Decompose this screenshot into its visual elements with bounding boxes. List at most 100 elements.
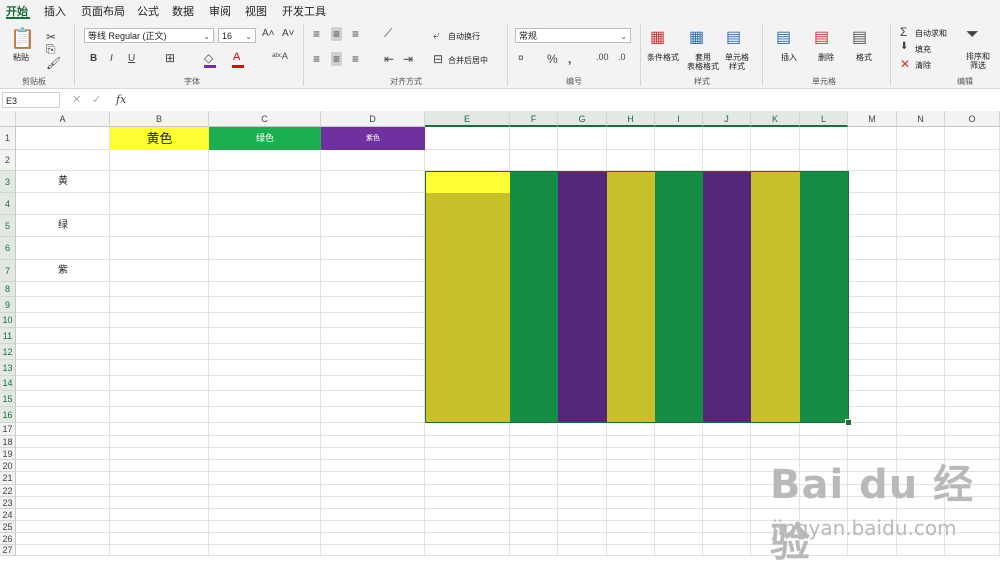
paste-button[interactable]: 粘贴 — [13, 53, 29, 62]
format-cells-button[interactable]: 格式 — [856, 53, 872, 62]
insert-function-button[interactable]: fx — [116, 93, 126, 106]
row-header-8[interactable]: 8 — [0, 282, 16, 297]
row-header-3[interactable]: 3 — [0, 171, 16, 193]
align-right-icon[interactable]: ≡ — [352, 52, 359, 66]
column-header-L[interactable]: L — [800, 111, 848, 127]
column-header-O[interactable]: O — [945, 111, 1000, 127]
name-box[interactable]: E3 — [2, 92, 60, 108]
tab-data[interactable]: 数据 — [172, 3, 194, 19]
row-header-16[interactable]: 16 — [0, 407, 16, 423]
cell-styles-icon[interactable]: ▤ — [726, 27, 741, 47]
decrease-indent-icon[interactable]: ⇤ — [384, 52, 394, 66]
row-header-9[interactable]: 9 — [0, 297, 16, 313]
align-left-icon[interactable]: ≡ — [313, 52, 320, 66]
sort-filter-button[interactable]: 排序和 筛选 — [966, 52, 990, 70]
format-painter-icon[interactable]: 🖌 — [46, 56, 61, 70]
tab-view[interactable]: 视图 — [245, 3, 267, 19]
paste-icon[interactable]: 📋 — [10, 26, 35, 51]
column-header-K[interactable]: K — [751, 111, 800, 127]
merge-center-icon[interactable]: ⊟ — [433, 52, 443, 66]
column-header-J[interactable]: J — [703, 111, 751, 127]
sort-filter-icon[interactable]: ⏷ — [966, 26, 979, 44]
tab-insert[interactable]: 插入 — [44, 3, 66, 19]
column-header-G[interactable]: G — [558, 111, 607, 127]
tab-developer[interactable]: 开发工具 — [282, 3, 326, 19]
row-header-5[interactable]: 5 — [0, 215, 16, 237]
column-header-F[interactable]: F — [510, 111, 558, 127]
borders-icon[interactable]: ⊞ — [165, 51, 175, 65]
row-header-24[interactable]: 24 — [0, 509, 16, 521]
row-header-12[interactable]: 12 — [0, 344, 16, 360]
row-header-11[interactable]: 11 — [0, 328, 16, 344]
phonetic-icon[interactable]: ᵃᵇᶜA — [272, 51, 288, 61]
wrap-text-button[interactable]: 自动换行 — [448, 32, 480, 41]
fill-handle[interactable] — [845, 419, 852, 426]
row-header-22[interactable]: 22 — [0, 485, 16, 497]
tab-review[interactable]: 审阅 — [209, 3, 231, 19]
insert-cells-button[interactable]: 插入 — [781, 53, 797, 62]
align-center-icon[interactable]: ≡ — [331, 52, 343, 66]
select-all-corner[interactable] — [0, 111, 16, 127]
accounting-format-icon[interactable]: ¤ — [518, 53, 524, 64]
row-header-15[interactable]: 15 — [0, 391, 16, 407]
italic-button[interactable]: I — [110, 53, 113, 64]
row-header-26[interactable]: 26 — [0, 533, 16, 545]
column-header-N[interactable]: N — [897, 111, 945, 127]
row-header-20[interactable]: 20 — [0, 460, 16, 472]
orientation-icon[interactable]: ⟋ — [384, 26, 392, 41]
font-name-select[interactable]: 等线 Regular (正文) ⌄ — [84, 28, 214, 43]
row-header-27[interactable]: 27 — [0, 545, 16, 556]
row-header-13[interactable]: 13 — [0, 360, 16, 376]
format-as-table-icon[interactable]: ▦ — [689, 27, 704, 47]
row-header-10[interactable]: 10 — [0, 313, 16, 328]
row-header-6[interactable]: 6 — [0, 237, 16, 260]
cancel-icon[interactable]: ✕ — [72, 93, 81, 106]
fill-color-icon[interactable]: ◇ — [204, 51, 213, 65]
autosum-button[interactable]: 自动求和 — [915, 29, 947, 38]
percent-icon[interactable]: % — [547, 52, 558, 66]
fill-button[interactable]: 填充 — [915, 45, 931, 54]
column-header-I[interactable]: I — [655, 111, 703, 127]
wrap-text-icon[interactable]: ⤶ — [433, 28, 440, 43]
row-header-18[interactable]: 18 — [0, 436, 16, 448]
increase-decimal-icon[interactable]: .00 — [596, 52, 609, 62]
align-bottom-icon[interactable]: ≡ — [352, 27, 359, 41]
bold-button[interactable]: B — [90, 53, 97, 64]
row-header-17[interactable]: 17 — [0, 423, 16, 436]
row-header-21[interactable]: 21 — [0, 472, 16, 485]
column-header-D[interactable]: D — [321, 111, 425, 127]
copy-icon[interactable]: ⎘ — [46, 42, 56, 57]
column-header-B[interactable]: B — [110, 111, 209, 127]
column-header-H[interactable]: H — [607, 111, 655, 127]
row-header-14[interactable]: 14 — [0, 376, 16, 391]
autosum-icon[interactable]: Σ — [900, 25, 907, 39]
align-middle-icon[interactable]: ≡ — [331, 27, 343, 41]
number-format-select[interactable]: 常规 ⌄ — [515, 28, 631, 43]
column-header-E[interactable]: E — [425, 111, 510, 127]
conditional-format-icon[interactable]: ▦ — [650, 27, 665, 47]
tab-formulas[interactable]: 公式 — [137, 3, 159, 19]
clear-button[interactable]: 清除 — [915, 61, 931, 70]
increase-font-icon[interactable]: A˄ — [262, 28, 275, 39]
row-header-25[interactable]: 25 — [0, 521, 16, 533]
increase-indent-icon[interactable]: ⇥ — [403, 52, 413, 66]
underline-button[interactable]: U — [128, 53, 135, 64]
enter-icon[interactable]: ✓ — [92, 93, 101, 106]
formula-input[interactable] — [134, 92, 994, 108]
comma-style-icon[interactable]: , — [568, 52, 571, 66]
font-color-icon[interactable]: A — [233, 51, 240, 63]
delete-cells-icon[interactable]: ▤ — [814, 27, 829, 47]
insert-cells-icon[interactable]: ▤ — [776, 27, 791, 47]
delete-cells-button[interactable]: 删除 — [818, 53, 834, 62]
cell-styles-button[interactable]: 单元格 样式 — [725, 53, 749, 71]
font-size-select[interactable]: 16 ⌄ — [218, 28, 256, 43]
row-header-23[interactable]: 23 — [0, 497, 16, 509]
format-as-table-button[interactable]: 套用 表格格式 — [687, 53, 719, 71]
row-header-19[interactable]: 19 — [0, 448, 16, 460]
align-top-icon[interactable]: ≡ — [313, 27, 320, 41]
column-header-A[interactable]: A — [16, 111, 110, 127]
column-header-M[interactable]: M — [848, 111, 897, 127]
tab-page-layout[interactable]: 页面布局 — [81, 3, 125, 19]
row-header-7[interactable]: 7 — [0, 260, 16, 282]
clear-icon[interactable]: ✕ — [900, 57, 910, 71]
